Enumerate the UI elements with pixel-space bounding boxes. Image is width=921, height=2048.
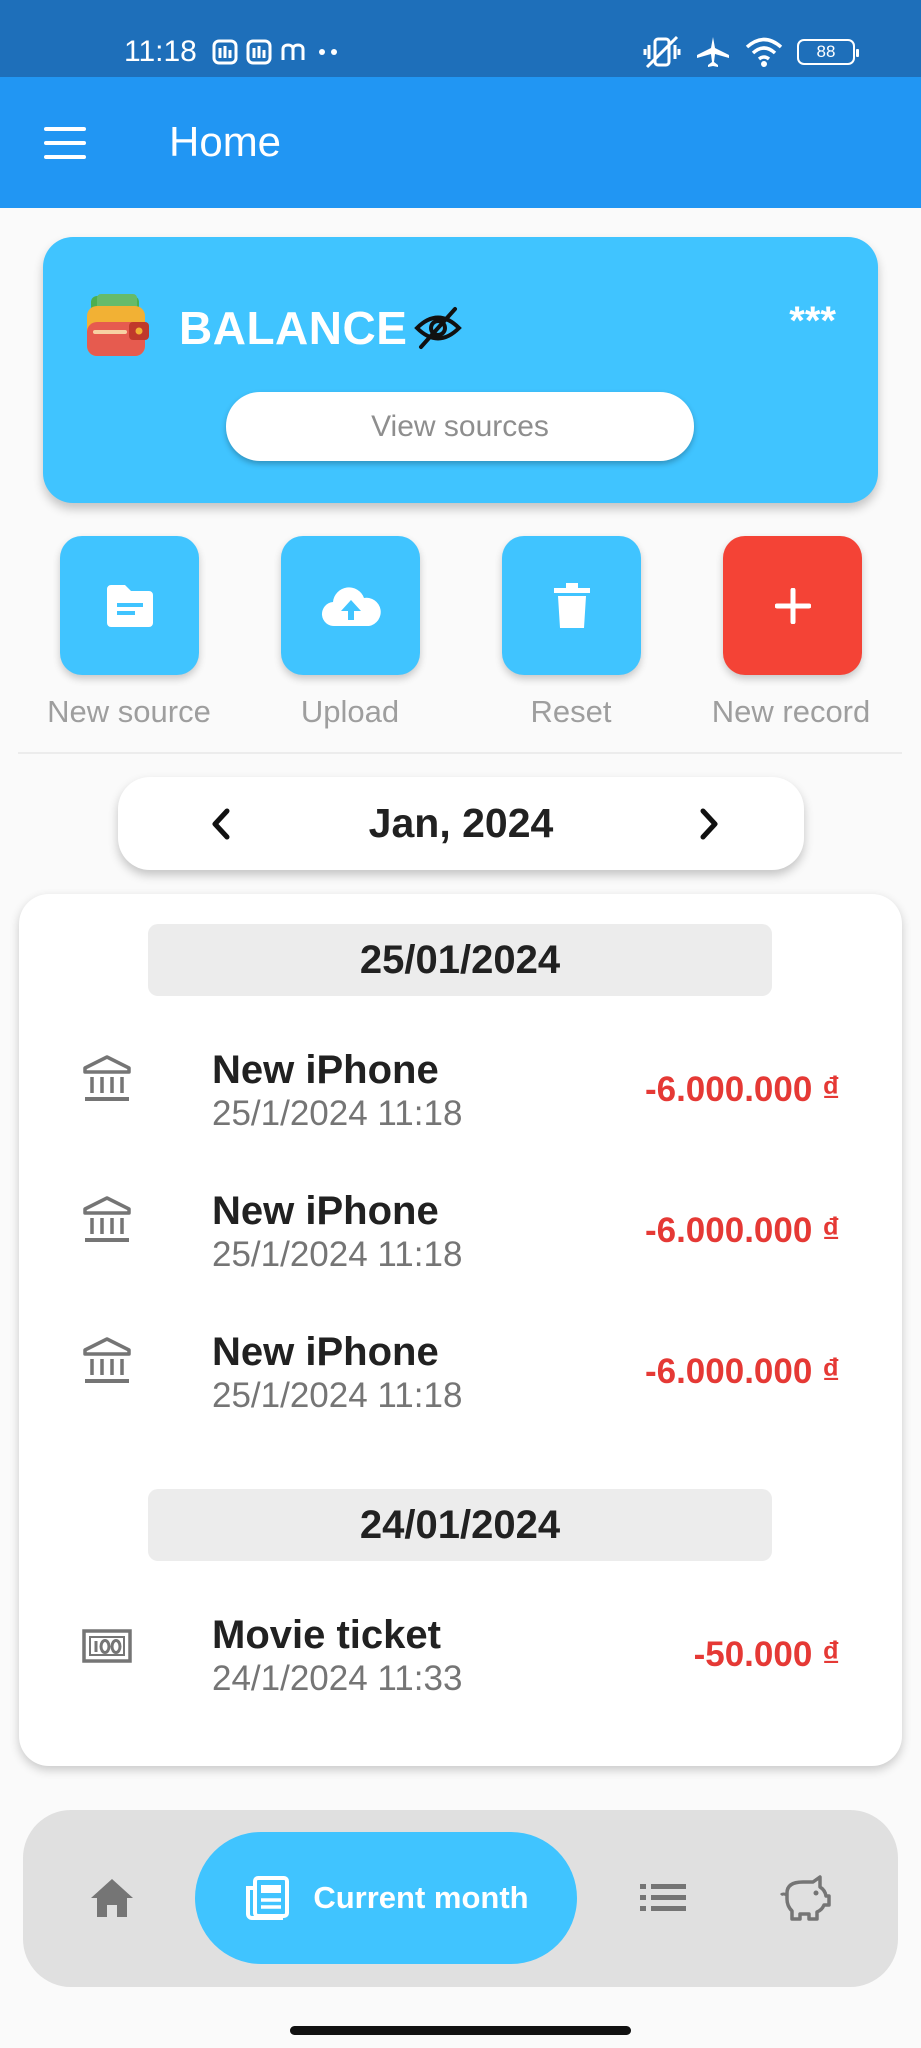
m-icon [281,43,305,60]
record-item[interactable]: New iPhone 25/1/2024 11:18 -6.000.000 ₫ [19,1046,902,1166]
bottom-navigation: Current month [23,1810,898,1987]
reset-label: Reset [530,694,612,729]
wifi-icon [745,37,783,67]
nav-current-month-label: Current month [313,1880,529,1915]
record-amount: -6.000.000 ₫ [644,1070,840,1109]
airplane-icon [697,37,729,67]
status-notification-icons [212,34,342,70]
new-source-button[interactable] [60,536,199,675]
new-source-label: New source [47,694,211,729]
month-picker: Jan, 2024 [118,777,804,870]
upload-button[interactable] [281,536,420,675]
page-title: Home [169,118,282,165]
upload-label: Upload [300,694,400,729]
record-title: New iPhone [212,1330,439,1374]
record-amount: -6.000.000 ₫ [644,1211,840,1250]
home-icon [91,1879,133,1917]
date-header: 24/01/2024 [148,1489,772,1561]
record-title: New iPhone [212,1189,439,1233]
record-time: 25/1/2024 11:18 [212,1094,463,1133]
new-record-label: New record [711,694,871,729]
wallet-icon [87,294,149,356]
list-icon [640,1884,686,1911]
trash-icon [553,582,590,628]
bank-icon [83,1055,131,1101]
status-bar: 11:18 88 [0,0,921,77]
nav-list[interactable] [633,1868,693,1928]
status-time: 11:18 [124,35,197,68]
reset-button[interactable] [502,536,641,675]
newspaper-icon [246,1876,290,1920]
record-title: Movie ticket [212,1613,441,1657]
record-item[interactable]: Movie ticket 24/1/2024 11:33 -50.000 ₫ [19,1611,902,1731]
new-record-button[interactable] [723,536,862,675]
cloud-upload-icon [321,586,381,626]
bank-icon [83,1196,131,1242]
next-month-button[interactable] [686,801,732,847]
balance-card: BALANCE *** View sources [43,237,878,503]
record-time: 25/1/2024 11:18 [212,1376,463,1415]
eye-off-icon[interactable] [413,305,463,351]
hamburger-menu-icon[interactable] [44,127,88,159]
record-item[interactable]: New iPhone 25/1/2024 11:18 -6.000.000 ₫ [19,1328,902,1448]
record-time: 25/1/2024 11:18 [212,1235,463,1274]
records-card: 25/01/2024 New iPhone 25/1/2024 11:18 -6… [19,894,902,1766]
record-item[interactable]: New iPhone 25/1/2024 11:18 -6.000.000 ₫ [19,1187,902,1307]
folder-icon [106,584,153,627]
notification-app-icon [212,39,238,65]
home-indicator[interactable] [290,2026,631,2035]
more-dots-icon [319,49,337,55]
record-title: New iPhone [212,1048,439,1092]
vibrate-off-icon [643,35,681,69]
status-system-icons: 88 [643,34,859,70]
plus-icon [774,587,811,624]
app-bar: Home [0,77,921,208]
battery-indicator: 88 [797,39,859,65]
divider [18,752,902,754]
nav-current-month[interactable]: Current month [195,1832,577,1964]
view-sources-button[interactable]: View sources [226,392,694,461]
record-time: 24/1/2024 11:33 [212,1659,463,1698]
chevron-right-icon [700,808,718,840]
notification-app-icon [246,39,272,65]
date-header: 25/01/2024 [148,924,772,996]
nav-home[interactable] [82,1868,142,1928]
balance-label: BALANCE [179,302,408,354]
nav-savings[interactable] [775,1868,835,1928]
balance-value: *** [789,299,836,343]
record-amount: -6.000.000 ₫ [644,1352,840,1391]
record-amount: -50.000 ₫ [693,1635,840,1674]
cash-icon [82,1629,132,1663]
piggy-bank-icon [779,1875,831,1921]
bank-icon [83,1337,131,1383]
